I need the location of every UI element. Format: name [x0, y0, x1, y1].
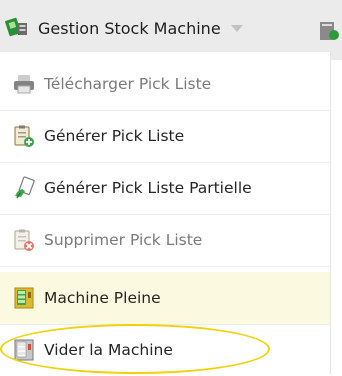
menu-item-generer-pick-liste[interactable]: Générer Pick Liste	[0, 110, 330, 162]
chevron-down-icon	[230, 24, 243, 32]
menu-item-label: Télécharger Pick Liste	[44, 75, 212, 93]
vending-machine-icon	[4, 13, 30, 43]
menu-item-machine-pleine[interactable]: Machine Pleine	[0, 272, 330, 324]
report-icon[interactable]	[318, 20, 340, 46]
menu-item-telecharger-pick-liste[interactable]: Télécharger Pick Liste	[0, 58, 330, 110]
clipboard-delete-icon	[12, 228, 36, 252]
toolbar: Gestion Stock Machine	[0, 0, 342, 60]
menu-item-label: Machine Pleine	[44, 289, 161, 307]
menu-item-label: Supprimer Pick Liste	[44, 231, 203, 249]
menu-item-generer-pick-liste-partielle[interactable]: Générer Pick Liste Partielle	[0, 162, 330, 214]
hand-clipboard-icon	[12, 176, 36, 200]
clipboard-add-icon	[12, 124, 36, 148]
menu-item-vider-la-machine[interactable]: Vider la Machine	[0, 324, 330, 376]
machine-empty-icon	[12, 338, 36, 362]
gestion-stock-machine-menu[interactable]: Gestion Stock Machine	[4, 6, 294, 50]
divider	[0, 266, 330, 267]
menu-item-label: Vider la Machine	[44, 341, 173, 359]
menu-item-label: Générer Pick Liste	[44, 127, 185, 145]
menu-item-label: Générer Pick Liste Partielle	[44, 179, 252, 197]
menu-title: Gestion Stock Machine	[38, 18, 221, 38]
machine-full-icon	[12, 286, 36, 310]
dropdown-menu: Télécharger Pick Liste Générer Pick List…	[0, 52, 331, 374]
menu-item-supprimer-pick-liste[interactable]: Supprimer Pick Liste	[0, 214, 330, 266]
printer-icon	[12, 72, 36, 96]
